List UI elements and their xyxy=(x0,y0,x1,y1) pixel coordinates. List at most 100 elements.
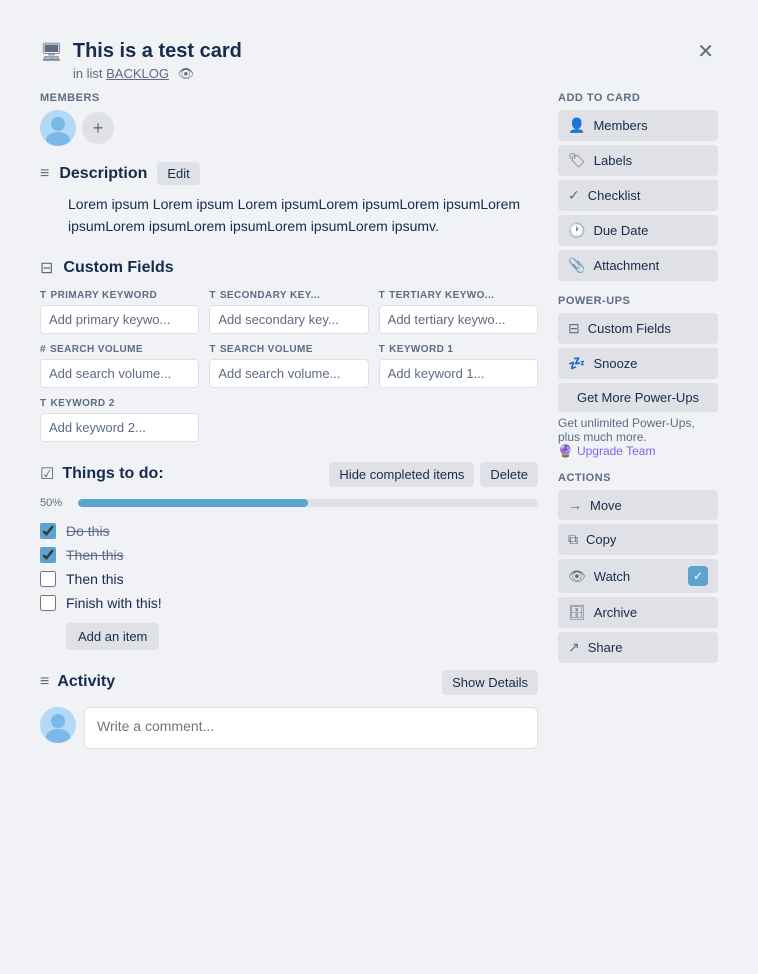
checklist-header: ☑ Things to do: Hide completed items Del… xyxy=(40,462,538,487)
sidebar-labels-button[interactable]: 🏷 Labels xyxy=(558,145,718,176)
share-btn-label: Share xyxy=(588,640,708,655)
checklist-checkbox-2[interactable] xyxy=(40,547,56,563)
add-member-button[interactable]: + xyxy=(82,112,114,144)
field-type-icon: # xyxy=(40,344,46,355)
checklist-item: Then this xyxy=(40,567,538,591)
custom-fields-icon: ⊟ xyxy=(40,258,53,278)
sidebar-watch-button[interactable]: 👁 Watch ✓ xyxy=(558,559,718,593)
upgrade-link[interactable]: 🔮 Upgrade Team xyxy=(558,444,655,458)
description-text: Lorem ipsum Lorem ipsum Lorem ipsumLorem… xyxy=(40,193,538,238)
sidebar-copy-button[interactable]: ⧉ Copy xyxy=(558,524,718,555)
move-btn-label: Move xyxy=(590,498,708,513)
field-search-volume-2-input[interactable]: Add search volume... xyxy=(209,359,368,388)
custom-fields-btn-label: Custom Fields xyxy=(588,321,708,336)
sidebar-archive-button[interactable]: 🗄 Archive xyxy=(558,597,718,628)
progress-bar-fill xyxy=(78,499,308,507)
field-tertiary-keyword: T TERTIARY KEYWO... Add tertiary keywo..… xyxy=(379,290,538,334)
close-button[interactable]: ✕ xyxy=(693,38,718,66)
archive-icon: 🗄 xyxy=(568,604,586,621)
due-date-icon: 🕐 xyxy=(568,222,585,239)
get-more-power-ups-button[interactable]: Get More Power-Ups xyxy=(558,383,718,412)
field-primary-keyword-input[interactable]: Add primary keywo... xyxy=(40,305,199,334)
activity-header: ≡ Activity Show Details xyxy=(40,670,538,695)
field-keyword-2-input[interactable]: Add keyword 2... xyxy=(40,413,199,442)
snooze-icon: 💤 xyxy=(568,355,585,372)
field-tertiary-keyword-input[interactable]: Add tertiary keywo... xyxy=(379,305,538,334)
move-icon: → xyxy=(568,497,582,513)
edit-description-button[interactable]: Edit xyxy=(157,162,199,185)
members-btn-label: Members xyxy=(593,118,708,133)
power-ups-label: POWER-UPS xyxy=(558,295,718,307)
sidebar-share-button[interactable]: ↗ Share xyxy=(558,632,718,663)
field-type-icon: T xyxy=(40,290,47,301)
checklist-item: Finish with this! xyxy=(40,591,538,615)
sidebar-attachment-button[interactable]: 📎 Attachment xyxy=(558,250,718,281)
field-search-volume-1: # SEARCH VOLUME Add search volume... xyxy=(40,344,199,388)
checklist-section: ☑ Things to do: Hide completed items Del… xyxy=(40,462,538,650)
watch-btn-label: Watch xyxy=(594,569,680,584)
due-date-btn-label: Due Date xyxy=(593,223,708,238)
checklist-item: Do this xyxy=(40,519,538,543)
field-keyword-1: T KEYWORD 1 Add keyword 1... xyxy=(379,344,538,388)
actions-label: ACTIONS xyxy=(558,472,718,484)
comment-row xyxy=(40,707,538,749)
checklist-btn-label: Checklist xyxy=(588,188,708,203)
archive-btn-label: Archive xyxy=(594,605,708,620)
upgrade-text: Get unlimited Power-Ups, plus much more. xyxy=(558,416,695,444)
checklist-checkbox-4[interactable] xyxy=(40,595,56,611)
sidebar-move-button[interactable]: → Move xyxy=(558,490,718,520)
sidebar-members-button[interactable]: 👤 Members xyxy=(558,110,718,141)
sidebar-snooze-button[interactable]: 💤 Snooze xyxy=(558,348,718,379)
labels-icon: 🏷 xyxy=(568,152,586,169)
share-icon: ↗ xyxy=(568,639,580,656)
progress-row: 50% xyxy=(40,497,538,509)
custom-fields-sidebar-icon: ⊟ xyxy=(568,320,580,337)
field-secondary-keyword-input[interactable]: Add secondary key... xyxy=(209,305,368,334)
fields-row-1: T PRIMARY KEYWORD Add primary keywo... T… xyxy=(40,290,538,334)
watch-icon: 👁 xyxy=(568,568,586,585)
field-keyword-1-input[interactable]: Add keyword 1... xyxy=(379,359,538,388)
card-type-icon: 🖥 xyxy=(40,42,63,63)
members-row: + xyxy=(40,110,538,146)
field-type-icon: T xyxy=(40,398,47,409)
delete-checklist-button[interactable]: Delete xyxy=(480,462,538,487)
checklist-sidebar-icon: ✓ xyxy=(568,187,580,204)
hide-completed-button[interactable]: Hide completed items xyxy=(329,462,474,487)
checklist-item-text-3: Then this xyxy=(66,571,124,587)
description-title: Description xyxy=(59,165,147,183)
field-type-icon: T xyxy=(379,290,386,301)
progress-percentage: 50% xyxy=(40,497,70,509)
sidebar-due-date-button[interactable]: 🕐 Due Date xyxy=(558,215,718,246)
activity-section: ≡ Activity Show Details xyxy=(40,670,538,749)
field-type-icon: T xyxy=(209,290,216,301)
members-label: MEMBERS xyxy=(40,92,538,104)
checklist-item: Then this xyxy=(40,543,538,567)
snooze-btn-label: Snooze xyxy=(593,356,708,371)
upgrade-icon: 🔮 xyxy=(558,444,573,458)
in-list-info: in list BACKLOG 👁 xyxy=(73,66,242,82)
checklist-checkbox-3[interactable] xyxy=(40,571,56,587)
checklist-item-text-4: Finish with this! xyxy=(66,595,162,611)
field-search-volume-1-input[interactable]: Add search volume... xyxy=(40,359,199,388)
list-link[interactable]: BACKLOG xyxy=(106,66,169,81)
attachment-btn-label: Attachment xyxy=(593,258,708,273)
modal-header: 🖥 This is a test card in list BACKLOG 👁 … xyxy=(20,20,738,92)
copy-btn-label: Copy xyxy=(586,532,708,547)
watch-list-icon[interactable]: 👁 xyxy=(178,66,195,81)
add-item-button[interactable]: Add an item xyxy=(66,623,159,650)
field-search-volume-2: T SEARCH VOLUME Add search volume... xyxy=(209,344,368,388)
sidebar: ADD TO CARD 👤 Members 🏷 Labels ✓ Checkli… xyxy=(548,92,728,944)
checklist-item-text-2: Then this xyxy=(66,547,124,563)
description-section: ≡ Description Edit Lorem ipsum Lorem ips… xyxy=(40,162,538,238)
show-details-button[interactable]: Show Details xyxy=(442,670,538,695)
comment-input[interactable] xyxy=(84,707,538,749)
progress-bar-background xyxy=(78,499,538,507)
modal-body: MEMBERS + ≡ Description xyxy=(20,92,738,954)
activity-icon: ≡ xyxy=(40,673,49,691)
add-to-card-label: ADD TO CARD xyxy=(558,92,718,104)
description-icon: ≡ xyxy=(40,165,49,183)
checklist-checkbox-1[interactable] xyxy=(40,523,56,539)
sidebar-custom-fields-button[interactable]: ⊟ Custom Fields xyxy=(558,313,718,344)
member-avatar[interactable] xyxy=(40,110,76,146)
sidebar-checklist-button[interactable]: ✓ Checklist xyxy=(558,180,718,211)
